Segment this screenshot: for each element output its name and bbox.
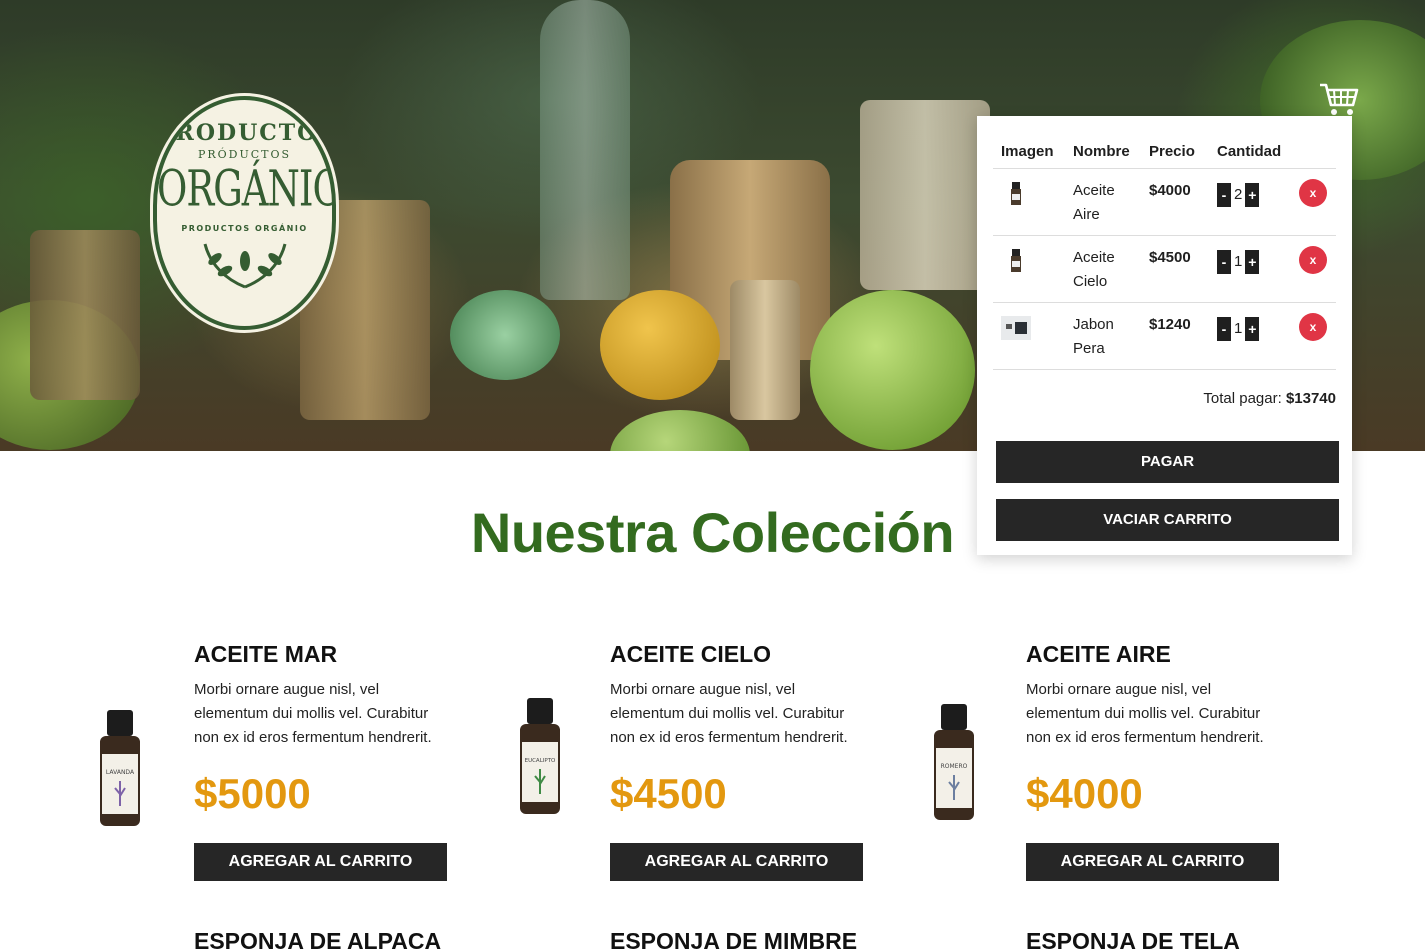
add-to-cart-button[interactable]: AGREGAR AL CARRITO (1026, 843, 1279, 881)
product-thumbnail (1011, 249, 1021, 272)
product-name: ESPONJA DE TELA (1026, 928, 1240, 950)
cart-item-price: $1240 (1141, 302, 1209, 370)
add-to-cart-button[interactable]: AGREGAR AL CARRITO (610, 843, 863, 881)
hero-tote-bag (860, 100, 990, 290)
quantity-value: 2 (1234, 186, 1243, 203)
product-image[interactable]: EUCALIPTO (510, 694, 570, 824)
cart-item-name: Jabon Pera (1065, 302, 1141, 370)
cart-dropdown: Imagen Nombre Precio Cantidad Aceite Air… (977, 116, 1352, 555)
bottle-label-text: LAVANDA (106, 769, 135, 776)
decrease-quantity-button[interactable]: - (1217, 183, 1231, 207)
logo-bottom-text: PRODUCTOS ORGÁNIO (181, 224, 308, 233)
quantity-value: 1 (1234, 253, 1243, 270)
col-imagen: Imagen (993, 138, 1065, 169)
product-name: ACEITE MAR (194, 641, 338, 667)
logo-title-top: PRODUCTOS (157, 120, 336, 146)
cart-table: Imagen Nombre Precio Cantidad Aceite Air… (993, 138, 1336, 370)
remove-item-button[interactable]: x (1299, 246, 1327, 274)
brand-logo[interactable]: PRODUCTOS PRÓDUCTOS ORGÁNICOS PRODUCTOS … (153, 96, 336, 330)
decrease-quantity-button[interactable]: - (1217, 317, 1231, 341)
hero-succulent (450, 290, 560, 380)
hero-apple-bottom (610, 410, 750, 451)
product-price: $4500 (610, 770, 727, 817)
product-description: Morbi ornare augue nisl, vel elementum d… (194, 681, 432, 746)
remove-item-button[interactable]: x (1299, 179, 1327, 207)
total-value: $13740 (1285, 390, 1336, 407)
cart-item-price: $4000 (1141, 168, 1209, 236)
hero-pepper (600, 290, 720, 400)
cart-total: Total pagar: $13740 (993, 390, 1336, 407)
quantity-stepper: - 1 + (1217, 250, 1260, 274)
section-title: Nuestra Colección (470, 501, 955, 564)
product-name: ACEITE AIRE (1026, 641, 1171, 667)
hero-bottle-center (540, 0, 630, 300)
bottle-label-text: EUCALIPTO (525, 758, 556, 764)
product-thumbnail (1001, 316, 1031, 340)
cart-item-name: Aceite Cielo (1065, 235, 1141, 303)
col-cantidad: Cantidad (1209, 138, 1336, 169)
product-name: ESPONJA DE ALPACA (194, 928, 442, 950)
col-precio: Precio (1141, 138, 1209, 169)
product-name: ESPONJA DE MIMBRE (610, 928, 858, 950)
increase-quantity-button[interactable]: + (1245, 250, 1260, 274)
cart-table-header: Imagen Nombre Precio Cantidad (993, 138, 1336, 169)
quantity-value: 1 (1234, 320, 1243, 337)
hero-jar-left (30, 230, 140, 400)
quantity-stepper: - 2 + (1217, 183, 1260, 207)
add-to-cart-button[interactable]: AGREGAR AL CARRITO (194, 843, 447, 881)
col-nombre: Nombre (1065, 138, 1141, 169)
cart-row: Aceite Aire $4000 - 2 + x (993, 168, 1336, 236)
decrease-quantity-button[interactable]: - (1217, 250, 1231, 274)
quantity-stepper: - 1 + (1217, 317, 1260, 341)
bottle-label-text: ROMERO (941, 763, 968, 770)
cart-row: Jabon Pera $1240 - 1 + x (993, 302, 1336, 370)
shopping-cart-icon[interactable] (1319, 82, 1359, 116)
increase-quantity-button[interactable]: + (1245, 317, 1260, 341)
product-name: ACEITE CIELO (610, 641, 772, 667)
product-price: $5000 (194, 770, 311, 817)
cart-item-name: Aceite Aire (1065, 168, 1141, 236)
cart-row: Aceite Cielo $4500 - 1 + x (993, 235, 1336, 303)
hero-apple-right (810, 290, 975, 450)
product-price: $4000 (1026, 770, 1143, 817)
hero-small-jar (730, 280, 800, 420)
product-description: Morbi ornare augue nisl, vel elementum d… (1026, 681, 1264, 746)
cart-item-price: $4500 (1141, 235, 1209, 303)
remove-item-button[interactable]: x (1299, 313, 1327, 341)
laurel-icon (157, 239, 332, 294)
product-thumbnail (1011, 182, 1021, 205)
total-label: Total pagar: (1203, 390, 1282, 407)
logo-main-text: ORGÁNICOS (157, 159, 332, 218)
product-description: Morbi ornare augue nisl, vel elementum d… (610, 681, 848, 746)
increase-quantity-button[interactable]: + (1245, 183, 1260, 207)
product-image[interactable]: ROMERO (924, 700, 984, 830)
product-image[interactable]: LAVANDA (90, 706, 150, 836)
pay-button[interactable]: PAGAR (996, 441, 1339, 483)
